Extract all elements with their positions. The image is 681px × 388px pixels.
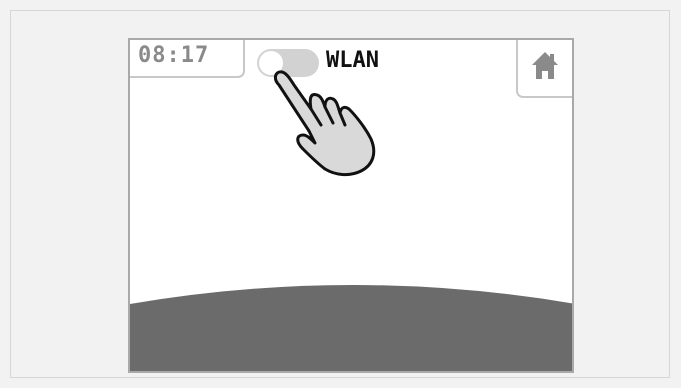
home-button[interactable]	[516, 40, 572, 98]
device-screen: 08:17 WLAN	[128, 38, 574, 373]
home-icon	[532, 52, 558, 79]
clock-time: 08:17	[138, 43, 210, 68]
pointing-hand-icon	[273, 70, 376, 177]
clock-badge: 08:17	[130, 40, 245, 78]
